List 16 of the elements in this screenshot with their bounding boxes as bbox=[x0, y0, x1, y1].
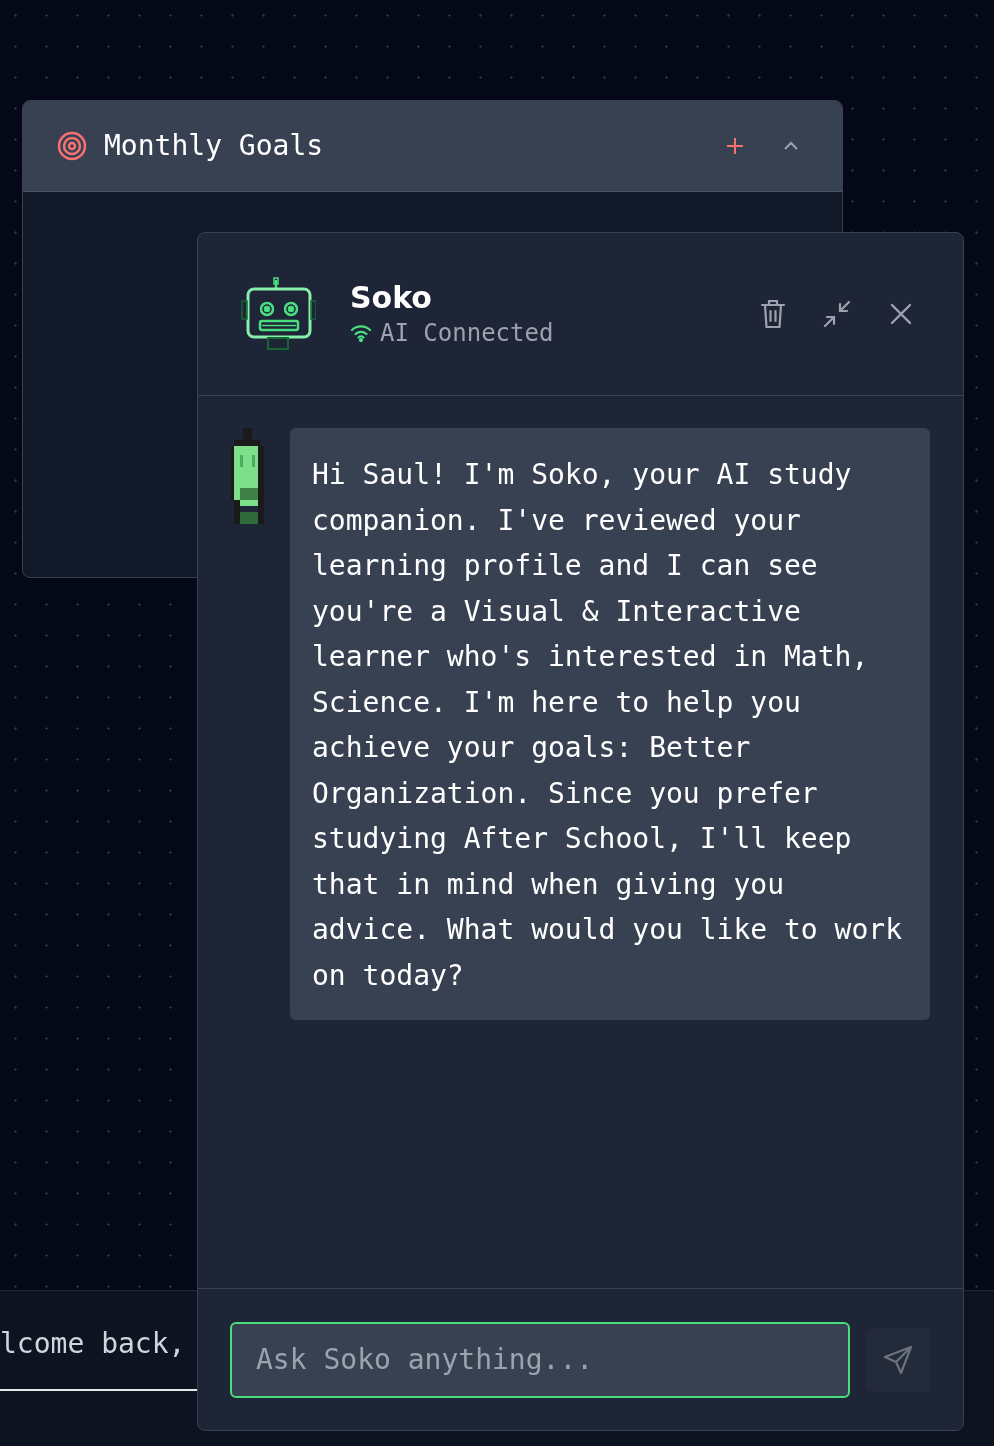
pencil-avatar-icon bbox=[230, 428, 264, 524]
card-title: Monthly Goals bbox=[104, 128, 324, 164]
assistant-name: Soko bbox=[350, 280, 433, 316]
plus-icon bbox=[726, 137, 744, 155]
chevron-up-icon bbox=[783, 141, 799, 151]
send-button[interactable] bbox=[866, 1327, 930, 1392]
target-icon bbox=[56, 130, 88, 162]
greeting-text: lcome back, bbox=[0, 1326, 186, 1362]
message-bubble: Hi Saul! I'm Soko, your AI study companion. I've reviewed your learning profile and I can see you're a Visual & Interactive learner who's interested in Math, Science. I'm here to help you achieve your goals: Better Organization. Since you prefer studying After School, I'll keep that in mind when giving you advice. What would you like to work on today? bbox=[290, 428, 930, 1020]
message-input[interactable]: Ask Soko anything... bbox=[230, 1321, 850, 1398]
close-icon bbox=[890, 303, 912, 325]
send-icon bbox=[883, 1344, 913, 1375]
robot-icon bbox=[240, 277, 316, 351]
connection-status: AI Connected bbox=[380, 318, 554, 348]
trash-icon bbox=[760, 299, 786, 329]
shrink-icon bbox=[823, 300, 851, 328]
